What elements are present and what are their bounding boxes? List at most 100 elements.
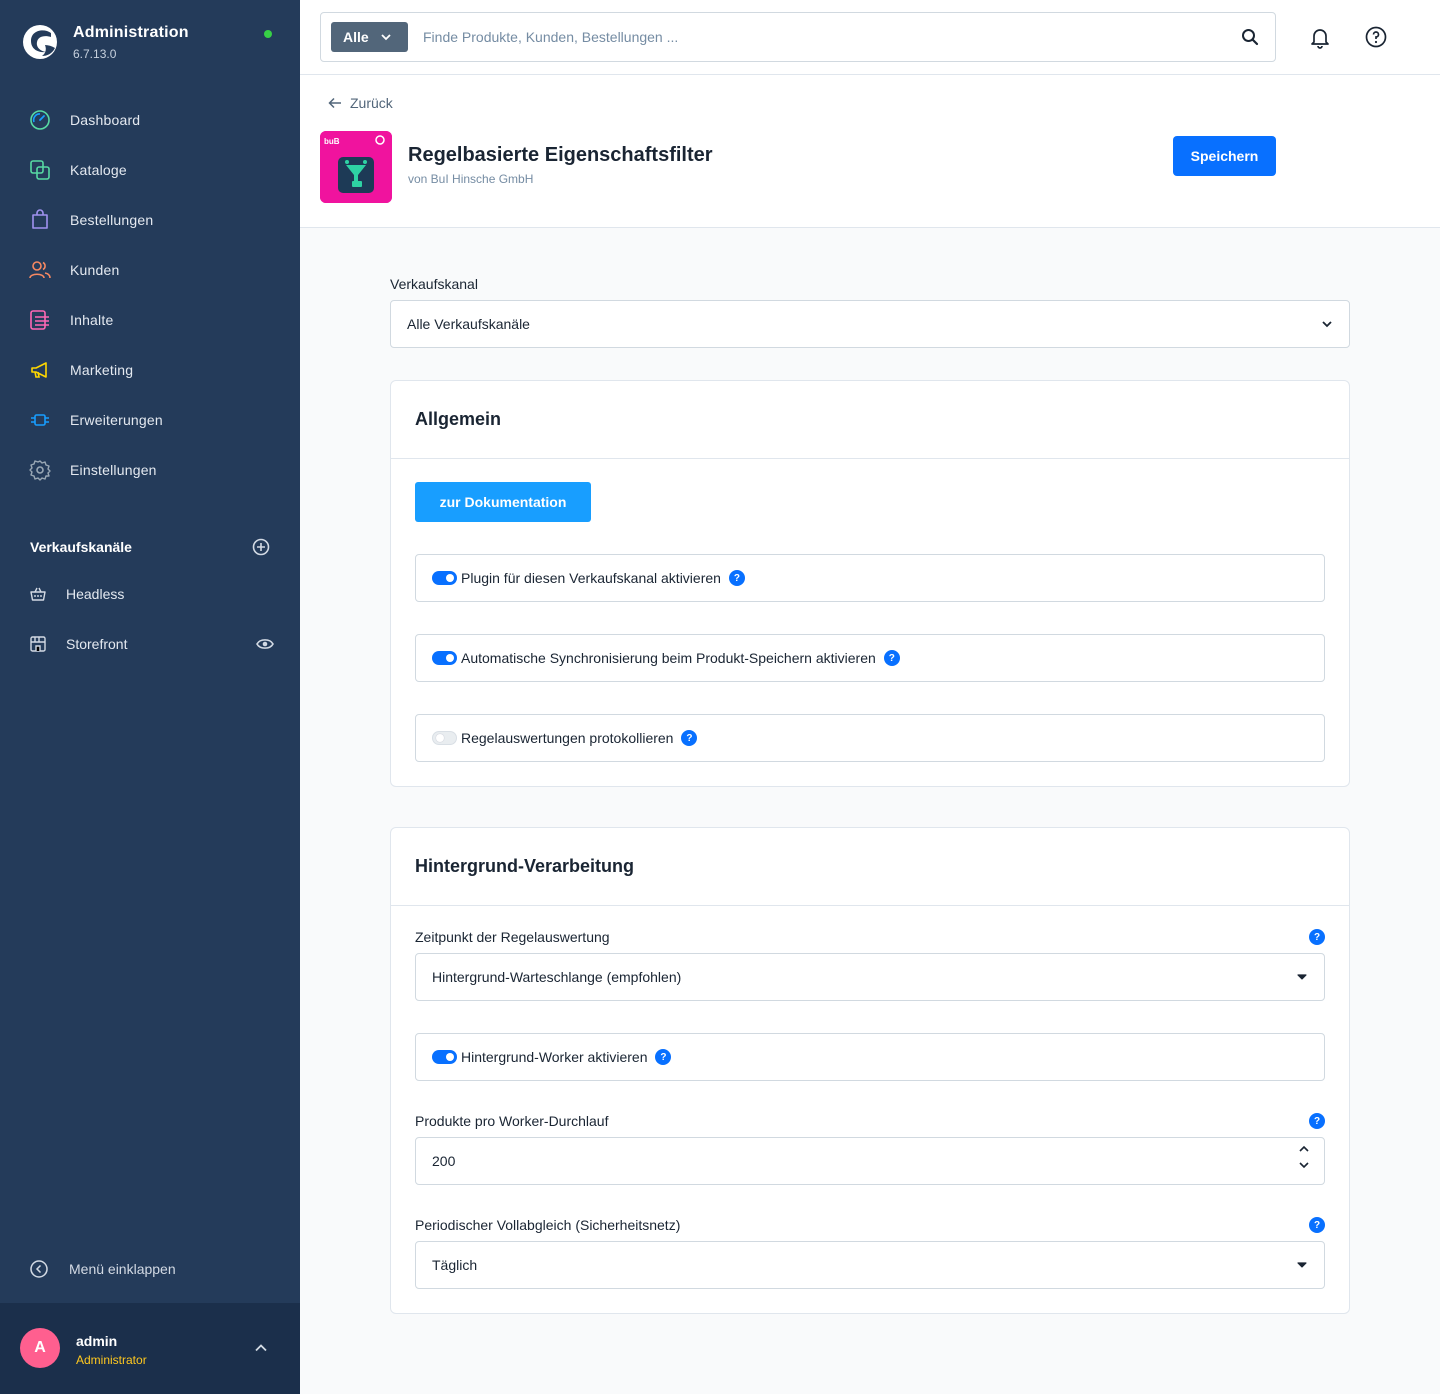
catalog-icon [29, 159, 51, 181]
chevron-down-icon [1296, 1259, 1308, 1271]
nav-item-catalogs[interactable]: Kataloge [0, 145, 300, 195]
toggle-switch[interactable] [432, 731, 457, 745]
chevron-up-icon[interactable] [1298, 1144, 1310, 1154]
extensions-icon [29, 409, 51, 431]
card-title: Hintergrund-Verarbeitung [415, 856, 635, 876]
help-icon[interactable] [1364, 25, 1388, 49]
toggle-field-plugin-active: Plugin für diesen Verkaufskanal aktivier… [415, 554, 1325, 602]
global-search: Alle [320, 12, 1276, 62]
chevron-down-icon[interactable] [1298, 1160, 1310, 1170]
basket-icon [29, 585, 47, 603]
toggle-field-auto-sync: Automatische Synchronisierung beim Produ… [415, 634, 1325, 682]
sales-channel-headless[interactable]: Headless [29, 585, 274, 603]
nav-label: Einstellungen [70, 462, 157, 478]
timing-label: Zeitpunkt der Regelauswertung [415, 929, 610, 945]
arrow-left-icon [328, 97, 342, 109]
page-title: Regelbasierte Eigenschaftsfilter [408, 144, 713, 166]
toggle-switch[interactable] [432, 571, 457, 585]
plugin-logo-icon: buB [320, 131, 392, 203]
help-icon[interactable]: ? [681, 730, 698, 746]
chevron-up-icon[interactable] [254, 1341, 268, 1355]
user-role: Administrator [76, 1353, 147, 1367]
nav-item-dashboard[interactable]: Dashboard [0, 95, 300, 145]
search-icon[interactable] [1241, 28, 1259, 46]
search-type-select[interactable]: Alle [331, 22, 408, 52]
products-per-run-input[interactable]: 200 [415, 1137, 1325, 1185]
dashboard-icon [29, 109, 51, 131]
eye-icon[interactable] [256, 637, 274, 651]
general-card: Allgemein zur Dokumentation Plugin für d… [390, 380, 1350, 787]
toggle-label: Plugin für diesen Verkaufskanal aktivier… [461, 570, 721, 586]
sales-channel-label: Headless [66, 586, 125, 602]
nav-item-customers[interactable]: Kunden [0, 245, 300, 295]
plugin-logo: buB [320, 131, 392, 203]
user-menu[interactable]: A admin Administrator [0, 1303, 300, 1394]
sales-channel-label: Verkaufskanal [390, 276, 478, 292]
help-icon[interactable]: ? [1309, 929, 1325, 945]
page-header: Zurück buB Regelbasierte Eigenschaftsfil… [300, 75, 1440, 228]
main-nav: Dashboard Kataloge Bestellungen Kunden I… [0, 95, 300, 495]
chevron-down-icon [1296, 971, 1308, 983]
search-input[interactable] [423, 13, 1203, 61]
nav-label: Kataloge [70, 162, 127, 178]
nav-label: Erweiterungen [70, 412, 163, 428]
save-button[interactable]: Speichern [1173, 136, 1276, 176]
nav-label: Dashboard [70, 112, 141, 128]
help-icon[interactable]: ? [728, 570, 745, 586]
customers-icon [29, 259, 51, 281]
help-icon[interactable]: ? [883, 650, 900, 666]
card-title: Allgemein [415, 409, 502, 429]
user-name: admin [76, 1333, 118, 1349]
app-version: 6.7.13.0 [73, 47, 117, 61]
background-card: Hintergrund-Verarbeitung Zeitpunkt der R… [390, 827, 1350, 1314]
collapse-icon [29, 1259, 49, 1279]
topbar: Alle [300, 0, 1440, 75]
sales-channel-storefront[interactable]: Storefront [29, 635, 274, 653]
nav-item-content[interactable]: Inhalte [0, 295, 300, 345]
sales-channel-select[interactable]: Alle Verkaufskanäle [390, 300, 1350, 348]
divider [391, 905, 1349, 906]
storefront-icon [29, 635, 47, 653]
toggle-field-logging: Regelauswertungen protokollieren ? [415, 714, 1325, 762]
add-sales-channel-icon[interactable] [252, 538, 270, 556]
divider [391, 458, 1349, 459]
timing-select[interactable]: Hintergrund-Warteschlange (empfohlen) [415, 953, 1325, 1001]
toggle-label: Automatische Synchronisierung beim Produ… [461, 650, 876, 666]
status-indicator [264, 30, 272, 38]
plugin-logo-text: buB [324, 137, 340, 146]
nav-label: Inhalte [70, 312, 114, 328]
chevron-down-icon [1321, 318, 1333, 330]
back-label: Zurück [350, 95, 393, 111]
periodic-value: Täglich [432, 1257, 478, 1273]
shopware-logo-icon [23, 25, 57, 59]
help-icon[interactable]: ? [1309, 1217, 1325, 1233]
app-title: Administration [73, 24, 189, 41]
nav-label: Kunden [70, 262, 120, 278]
nav-item-extensions[interactable]: Erweiterungen [0, 395, 300, 445]
help-icon[interactable]: ? [655, 1049, 672, 1065]
collapse-menu-button[interactable]: Menü einklappen [29, 1259, 176, 1279]
back-link[interactable]: Zurück [328, 95, 393, 111]
toggle-field-worker: Hintergrund-Worker aktivieren ? [415, 1033, 1325, 1081]
orders-icon [29, 209, 51, 231]
nav-item-orders[interactable]: Bestellungen [0, 195, 300, 245]
nav-label: Marketing [70, 362, 134, 378]
sales-channels-title: Verkaufskanäle [30, 539, 132, 555]
chevron-down-icon [381, 33, 391, 41]
brand: Administration 6.7.13.0 [22, 24, 189, 61]
bell-icon[interactable] [1308, 25, 1332, 49]
products-label: Produkte pro Worker-Durchlauf [415, 1113, 609, 1129]
toggle-switch[interactable] [432, 1050, 457, 1064]
periodic-select[interactable]: Täglich [415, 1241, 1325, 1289]
nav-item-settings[interactable]: Einstellungen [0, 445, 300, 495]
quantity-stepper[interactable] [1298, 1144, 1310, 1170]
sales-channels-header: Verkaufskanäle [30, 538, 270, 556]
nav-item-marketing[interactable]: Marketing [0, 345, 300, 395]
documentation-button[interactable]: zur Dokumentation [415, 482, 591, 522]
toggle-label: Hintergrund-Worker aktivieren [461, 1049, 648, 1065]
collapse-label: Menü einklappen [69, 1261, 176, 1277]
help-icon[interactable]: ? [1309, 1113, 1325, 1129]
content-icon [29, 309, 51, 331]
sidebar: Administration 6.7.13.0 Dashboard Katalo… [0, 0, 300, 1394]
toggle-switch[interactable] [432, 651, 457, 665]
